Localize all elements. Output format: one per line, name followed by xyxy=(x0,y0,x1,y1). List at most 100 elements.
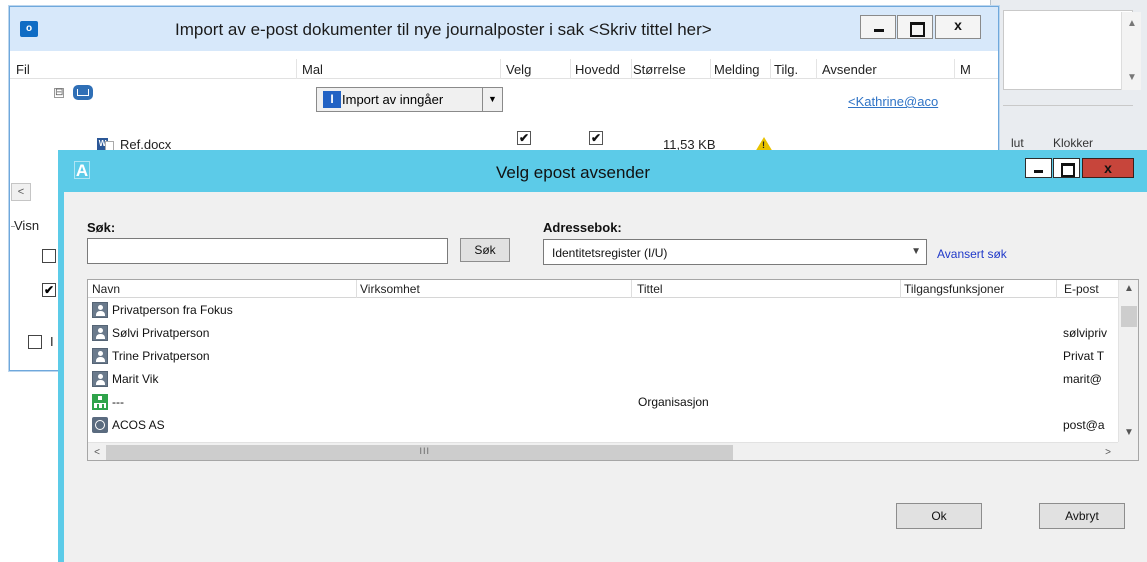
column-header-navn[interactable]: Navn xyxy=(92,282,354,296)
chevron-down-icon[interactable]: ▼ xyxy=(482,88,502,111)
collapse-icon[interactable]: ⊟ xyxy=(54,88,64,98)
row-email: marit@ xyxy=(1063,372,1102,386)
dialog-titlebar[interactable]: A Velg epost avsender x xyxy=(58,150,1147,192)
column-header-klokker: Klokker xyxy=(1053,136,1094,150)
address-book-value: Identitetsregister (I/U) xyxy=(552,246,668,260)
outlook-icon: o xyxy=(20,21,38,37)
column-header-melding[interactable]: Melding xyxy=(714,62,769,77)
column-header-fil[interactable]: Fil xyxy=(16,62,296,77)
import-window-titlebar[interactable]: o Import av e-post dokumenter til nye jo… xyxy=(10,7,998,51)
scroll-grip: III xyxy=(419,446,431,456)
option-checkbox-2[interactable]: ✔ xyxy=(42,283,56,297)
template-dropdown[interactable]: I Import av inngåer ▼ xyxy=(316,87,503,112)
column-header-storrelse[interactable]: Størrelse xyxy=(633,62,709,77)
scroll-down-icon[interactable]: ▼ xyxy=(1119,424,1138,442)
row-name: --- xyxy=(112,395,124,409)
hoveddokument-checkbox[interactable]: ✔ xyxy=(589,131,603,145)
column-header-tilgangsfunksjoner[interactable]: Tilgangsfunksjoner xyxy=(904,282,1054,296)
search-input[interactable] xyxy=(87,238,448,264)
column-header-tittel[interactable]: Tittel xyxy=(637,282,899,296)
column-header-avsender[interactable]: Avsender xyxy=(822,62,952,77)
close-icon: x xyxy=(1104,160,1112,176)
search-button[interactable]: Søk xyxy=(460,238,510,262)
dialog-title: Velg epost avsender xyxy=(495,163,651,182)
row-email: post@a xyxy=(1063,418,1105,432)
column-header-mal[interactable]: Mal xyxy=(302,62,500,77)
list-item[interactable]: Sølvi Privatperson sølvipriv xyxy=(88,322,1118,345)
close-icon: x xyxy=(954,17,962,33)
row-name: Privatperson fra Fokus xyxy=(112,303,233,317)
row-name: ACOS AS xyxy=(112,418,165,432)
import-window-title: Import av e-post dokumenter til nye jour… xyxy=(175,20,712,39)
person-icon xyxy=(92,325,108,341)
column-header-velg[interactable]: Velg xyxy=(506,62,566,77)
chevron-down-icon[interactable]: ▼ xyxy=(911,246,921,257)
address-book-label: Adressebok: xyxy=(543,220,622,235)
row-name: Sølvi Privatperson xyxy=(112,326,210,340)
column-header-fragment: lut xyxy=(1011,136,1024,150)
import-table-header: Fil Mal Velg Hovedd Størrelse Melding Ti… xyxy=(10,59,998,79)
person-icon xyxy=(92,371,108,387)
results-vertical-scrollbar[interactable]: ▲ ▼ xyxy=(1118,280,1138,442)
person-icon xyxy=(92,348,108,364)
option-checkbox-3[interactable] xyxy=(28,335,42,349)
address-book-select[interactable]: Identitetsregister (I/U) ▼ xyxy=(543,239,927,265)
scroll-left-button[interactable]: < xyxy=(11,183,31,201)
minimize-button[interactable] xyxy=(860,15,896,39)
row-email: sølvipriv xyxy=(1063,326,1107,340)
dialog-body: Søk: Søk Adressebok: Identitetsregister … xyxy=(64,192,1147,562)
list-item[interactable]: --- Organisasjon xyxy=(88,391,1118,414)
scroll-right-icon[interactable]: > xyxy=(1099,443,1117,460)
column-header-epost[interactable]: E-post xyxy=(1064,282,1116,296)
scroll-thumb[interactable]: III xyxy=(106,445,733,460)
email-icon xyxy=(73,85,93,100)
scroll-up-icon[interactable]: ▲ xyxy=(1119,280,1138,298)
list-item[interactable]: Privatperson fra Fokus xyxy=(88,299,1118,322)
template-icon: I xyxy=(323,91,341,108)
list-item[interactable]: ACOS AS post@a xyxy=(88,414,1118,437)
visning-label: Visn xyxy=(14,218,40,233)
organization-icon xyxy=(92,394,108,410)
results-header: Navn Virksomhet Tittel Tilgangsfunksjone… xyxy=(88,280,1118,298)
background-window: ▲ ▼ lut Klokker xyxy=(990,0,1147,150)
list-item[interactable]: Trine Privatperson Privat T xyxy=(88,345,1118,368)
cancel-button[interactable]: Avbryt xyxy=(1039,503,1125,529)
maximize-button[interactable] xyxy=(897,15,933,39)
column-header-m[interactable]: M xyxy=(960,62,980,77)
maximize-button[interactable] xyxy=(1053,158,1080,178)
background-column-header: lut Klokker xyxy=(1003,130,1138,150)
close-button[interactable]: x xyxy=(935,15,981,39)
column-header-tilgang[interactable]: Tilg. xyxy=(774,62,814,77)
column-header-hoveddokument[interactable]: Hovedd xyxy=(575,62,630,77)
minimize-button[interactable] xyxy=(1025,158,1052,178)
background-text-area xyxy=(1003,10,1133,90)
scroll-thumb[interactable] xyxy=(1121,306,1137,327)
row-name: Trine Privatperson xyxy=(112,349,210,363)
row-title: Organisasjon xyxy=(638,395,709,409)
warning-mark: ! xyxy=(762,140,765,150)
ok-button[interactable]: Ok xyxy=(896,503,982,529)
list-item[interactable]: Marit Vik marit@ xyxy=(88,368,1118,391)
search-label: Søk: xyxy=(87,220,116,235)
advanced-search-link[interactable]: Avansert søk xyxy=(937,247,1007,261)
sender-link[interactable]: <Kathrine@aco xyxy=(848,94,938,109)
column-header-virksomhet[interactable]: Virksomhet xyxy=(360,282,628,296)
divider xyxy=(1003,105,1133,106)
row-name: Marit Vik xyxy=(112,372,159,386)
results-horizontal-scrollbar[interactable]: < III > xyxy=(88,442,1118,460)
globe-icon xyxy=(92,417,108,433)
scroll-up-icon[interactable]: ▲ xyxy=(1122,14,1142,34)
scroll-down-icon[interactable]: ▼ xyxy=(1122,68,1142,88)
scroll-left-icon[interactable]: < xyxy=(88,443,106,460)
velg-checkbox[interactable]: ✔ xyxy=(517,131,531,145)
person-icon xyxy=(92,302,108,318)
option-label: I xyxy=(50,334,54,349)
background-scrollbar[interactable]: ▲ ▼ xyxy=(1121,12,1141,90)
template-dropdown-label: Import av inngåer xyxy=(342,92,444,107)
select-sender-dialog: A Velg epost avsender x Søk: Søk Adresse… xyxy=(58,150,1147,562)
results-list: Navn Virksomhet Tittel Tilgangsfunksjone… xyxy=(87,279,1139,461)
row-email: Privat T xyxy=(1063,349,1105,363)
close-button[interactable]: x xyxy=(1082,158,1134,178)
option-checkbox-1[interactable] xyxy=(42,249,56,263)
scroll-corner xyxy=(1118,442,1138,460)
